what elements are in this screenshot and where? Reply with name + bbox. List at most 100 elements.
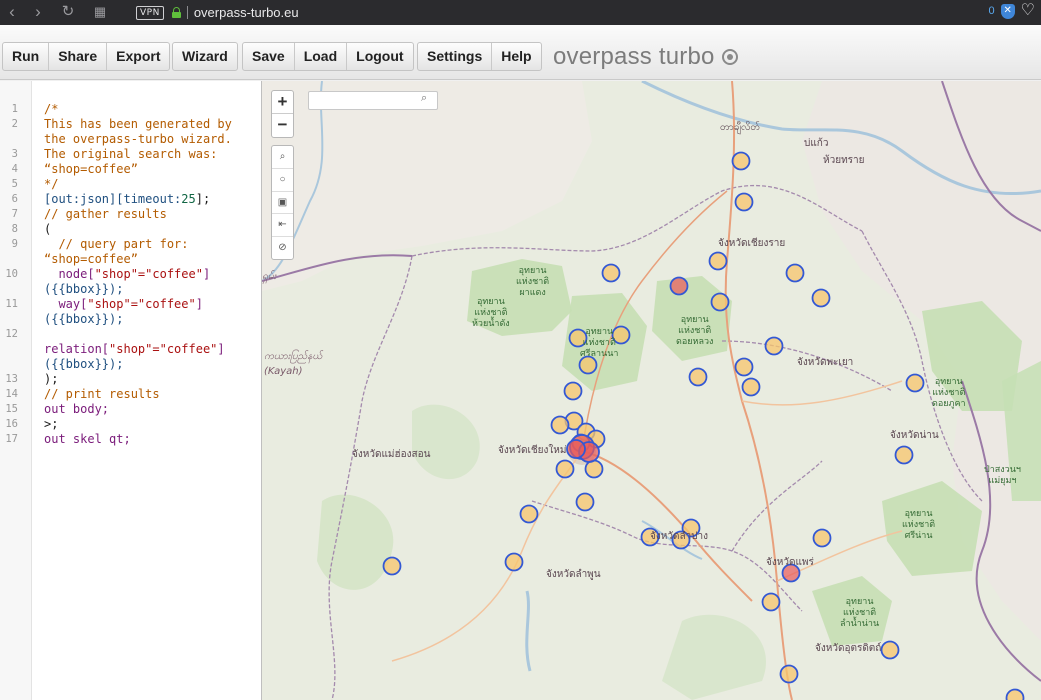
line-number: 2	[11, 118, 18, 130]
save-button[interactable]: Save	[243, 43, 295, 70]
line-number-gutter: 1 2 3 4 5 6 7 8 9 10 11 12 13 14 15 16 1…	[0, 81, 32, 700]
code-line: “shop=coffee”	[44, 252, 138, 266]
map-label-houayxay: ห้วยทราย	[823, 155, 865, 166]
image-export-icon[interactable]: ▣	[272, 192, 293, 215]
map-tool-control: ⌕ ○ ▣ ⇤ ⊘	[271, 145, 294, 260]
lock-icon	[171, 7, 181, 18]
wizard-button[interactable]: Wizard	[173, 43, 237, 70]
forward-arrow-icon[interactable]: ›	[29, 3, 47, 21]
code-line: // query part for:	[44, 237, 189, 251]
code-token: ]	[195, 297, 203, 311]
map-label-kayah: ကယားပြည်နယ်	[264, 351, 323, 362]
code-line: way["shop"="coffee"]	[44, 297, 203, 312]
map-label-mae-hong-son: จังหวัดแม่ฮ่องสอน	[352, 449, 431, 460]
code-line: [out:json][timeout:25];	[44, 192, 210, 207]
code-token: way[	[44, 297, 88, 311]
line-number: 4	[11, 163, 18, 175]
line-number: 6	[11, 193, 18, 205]
vpn-badge[interactable]: VPN	[136, 5, 164, 20]
code-line: relation["shop"="coffee"]	[44, 342, 225, 357]
map-label-kayah-en: (Kayah)	[264, 366, 303, 377]
locate-circle-icon[interactable]: ○	[272, 169, 293, 192]
code-line: // print results	[44, 387, 160, 401]
code-line: ({{bbox}});	[44, 282, 124, 296]
file-button-group: Save Load Logout	[242, 42, 414, 71]
line-number: 15	[5, 403, 18, 415]
line-number: 3	[11, 148, 18, 160]
line-number: 9	[11, 238, 18, 250]
map-label-national-park: อุทยาน แห่งชาติ ผาแดง	[516, 266, 550, 298]
map-label-national-park: อุทยาน แห่งชาติ ห้วยน้ำดัง	[472, 297, 510, 329]
clear-icon[interactable]: ⊘	[272, 237, 293, 260]
code-line: >;	[44, 417, 59, 431]
code-token: node[	[44, 267, 95, 281]
code-line: );	[44, 372, 59, 386]
zoom-in-button[interactable]: +	[272, 91, 293, 114]
line-number: 13	[5, 373, 18, 385]
map-label-lampang: จังหวัดลำปาง	[650, 531, 709, 542]
code-token: relation[	[44, 342, 110, 356]
url-text[interactable]: overpass-turbo.eu	[194, 5, 299, 20]
line-number: 11	[5, 298, 18, 310]
map-view[interactable]: တာချီလိတ် ห้วยทราย บ่แก้ว จังหวัดเชียงรา…	[262, 81, 1041, 700]
map-label-phayao: จังหวัดพะเยา	[797, 357, 854, 368]
map-label-reserve: ป่าสงวนฯ แม่ยุมฯ	[984, 465, 1021, 486]
load-button[interactable]: Load	[295, 43, 348, 70]
map-label-lamphun: จังหวัดลำพูน	[546, 569, 601, 580]
share-button[interactable]: Share	[49, 43, 108, 70]
settings-button[interactable]: Settings	[418, 43, 493, 70]
code-line: node["shop"="coffee"]	[44, 267, 210, 282]
heart-icon[interactable]: ♡	[1021, 3, 1035, 19]
map-label-national-park: อุทยาน แห่งชาติ ศรีลานนา	[580, 327, 619, 359]
back-arrow-icon[interactable]: ‹	[3, 3, 21, 21]
map-label-chiang-mai: จังหวัดเชียงใหม่	[498, 445, 567, 456]
code-line: This has been generated by	[44, 117, 232, 131]
query-editor[interactable]: 1 2 3 4 5 6 7 8 9 10 11 12 13 14 15 16 1…	[0, 81, 262, 700]
run-button[interactable]: Run	[3, 43, 50, 70]
code-token: [out:json][timeout:	[44, 192, 182, 206]
wizard-button-group: Wizard	[172, 42, 238, 71]
fit-data-icon[interactable]: ⇤	[272, 214, 293, 238]
tab-grid-icon[interactable]: ▦	[91, 3, 109, 21]
shield-count: 0	[988, 5, 995, 17]
line-number: 17	[5, 433, 18, 445]
code-line: */	[44, 177, 59, 191]
line-number: 16	[5, 418, 18, 430]
magnify-icon[interactable]: ⌕	[272, 146, 293, 169]
map-label-national-park: อุทยาน แห่งชาติ ดอยหลวง	[676, 315, 714, 347]
code-token: ]	[202, 267, 211, 281]
code-line: /*	[44, 102, 59, 116]
code-line: “shop=coffee”	[44, 162, 138, 176]
code-line: out skel qt;	[44, 432, 131, 446]
address-separator	[186, 6, 188, 19]
map-label-bokeo: บ่แก้ว	[804, 138, 829, 149]
map-search-input[interactable]	[308, 91, 438, 110]
settings-button-group: Settings Help	[417, 42, 542, 71]
zoom-control: + −	[271, 90, 294, 138]
help-button[interactable]: Help	[492, 43, 540, 70]
address-bar[interactable]: VPN overpass-turbo.eu	[136, 2, 1016, 23]
code-token: ];	[195, 192, 211, 206]
code-line: ({{bbox}});	[44, 312, 124, 326]
map-label-national-park: อุทยาน แห่งชาติ ลำน้ำน่าน	[840, 597, 880, 629]
primary-button-group: Run Share Export	[2, 42, 171, 71]
line-number: 5	[11, 178, 18, 190]
logout-button[interactable]: Logout	[347, 43, 412, 70]
code-token: 25	[181, 192, 196, 206]
map-label-shan: ရှမ်း	[262, 271, 276, 282]
code-line: // gather results	[44, 207, 167, 221]
brand-text: overpass turbo	[553, 43, 715, 70]
reload-icon[interactable]: ↻	[59, 3, 77, 21]
code-line: The original search was:	[44, 147, 218, 161]
toolbar: Run Share Export Wizard Save Load Logout…	[0, 25, 1041, 80]
search-icon[interactable]: ⌕	[421, 92, 427, 105]
line-number: 8	[11, 223, 18, 235]
shield-icon[interactable]: ✕	[1000, 3, 1015, 19]
map-base-layer	[262, 81, 1041, 700]
code-line: ({{bbox}});	[44, 357, 124, 371]
export-button[interactable]: Export	[107, 43, 169, 70]
code-token: "shop"="coffee"	[94, 267, 203, 281]
code-token: "shop"="coffee"	[109, 342, 218, 356]
browser-extensions: 0 ✕ ♡	[989, 3, 1035, 19]
zoom-out-button[interactable]: −	[272, 114, 293, 137]
